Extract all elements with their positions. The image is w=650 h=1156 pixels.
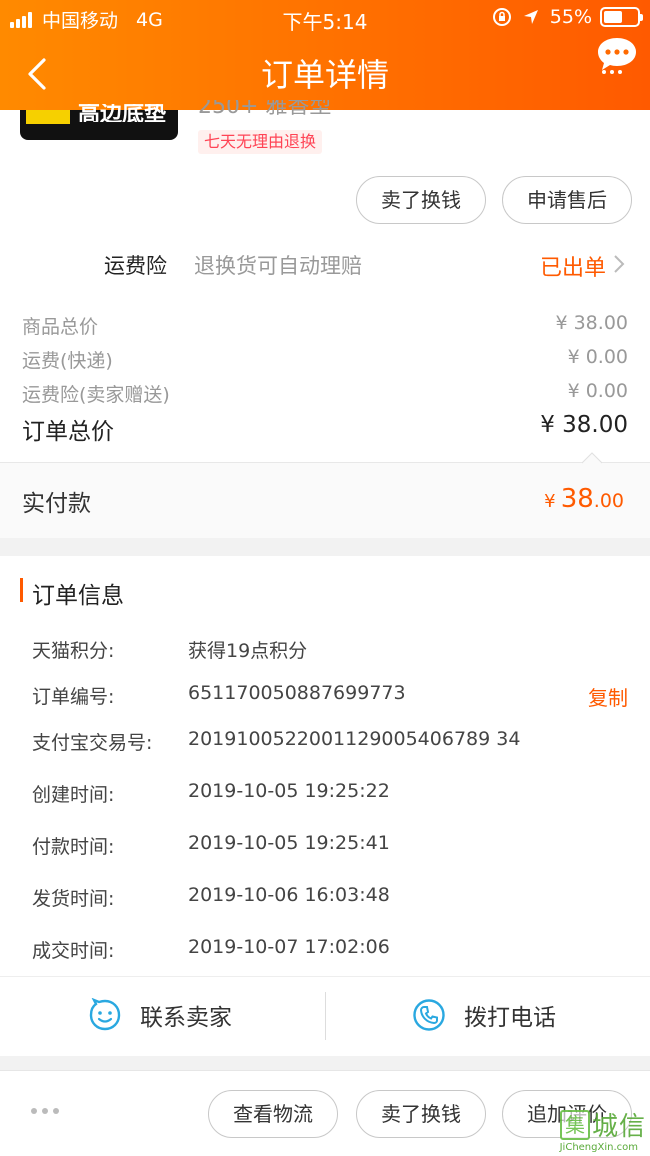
price-row-goods: 商品总价 ¥ 38.00 bbox=[22, 312, 628, 339]
header: 中国移动 4G 下午5:14 55% 订单详情 bbox=[0, 0, 650, 110]
info-value: 获得19点积分 bbox=[188, 640, 308, 662]
watermark-badge: 集 bbox=[559, 1109, 590, 1140]
after-sale-button[interactable]: 申请售后 bbox=[502, 176, 632, 224]
more-menu-icon[interactable] bbox=[596, 36, 638, 76]
insurance-desc: 退换货可自动理赔 bbox=[194, 254, 362, 278]
call-phone-label: 拨打电话 bbox=[464, 1005, 556, 1031]
view-logistics-button[interactable]: 查看物流 bbox=[208, 1090, 338, 1138]
price-value: ¥ 0.00 bbox=[567, 346, 628, 368]
sell-item-button[interactable]: 卖了换钱 bbox=[356, 176, 486, 224]
insurance-label: 运费险 bbox=[104, 254, 167, 278]
battery-icon bbox=[600, 7, 643, 27]
paid-integer: 38 bbox=[560, 484, 594, 514]
info-value: 2019-10-05 19:25:22 bbox=[188, 780, 390, 802]
chat-face-icon bbox=[89, 998, 121, 1031]
info-key: 天猫积分: bbox=[32, 640, 115, 662]
watermark-logo: 集 城信 bbox=[559, 1106, 646, 1143]
more-dots-icon[interactable] bbox=[30, 1106, 60, 1116]
section-accent-bar bbox=[20, 578, 23, 602]
copy-order-number-link[interactable]: 复制 bbox=[588, 682, 628, 711]
chevron-right-icon bbox=[614, 255, 625, 273]
rotation-lock-icon bbox=[492, 8, 511, 26]
watermark-text: 城信 bbox=[591, 1112, 646, 1142]
paid-label: 实付款 bbox=[22, 491, 91, 517]
price-label: 运费险(卖家赠送) bbox=[22, 384, 170, 406]
insurance-status: 已出单 bbox=[539, 256, 606, 281]
total-value: ¥ 38.00 bbox=[540, 412, 628, 438]
location-icon bbox=[523, 10, 538, 24]
product-name[interactable]: 250+ 雅香型 bbox=[198, 100, 331, 118]
info-value: 2019-10-07 17:02:06 bbox=[188, 936, 390, 958]
order-info-panel bbox=[0, 556, 650, 976]
info-value: 2019-10-05 19:25:41 bbox=[188, 832, 390, 854]
info-key: 付款时间: bbox=[32, 836, 115, 858]
paid-currency: ¥ bbox=[544, 491, 556, 512]
caret-up-icon bbox=[582, 452, 602, 464]
price-row-insurance: 运费险(卖家赠送) ¥ 0.00 bbox=[22, 380, 628, 407]
page-title: 订单详情 bbox=[260, 56, 389, 94]
info-key: 成交时间: bbox=[32, 940, 115, 962]
phone-icon bbox=[413, 999, 445, 1031]
info-value: 2019-10-06 16:03:48 bbox=[188, 884, 390, 906]
price-value: ¥ 0.00 bbox=[567, 380, 628, 402]
divider bbox=[325, 992, 326, 1040]
status-bar: 中国移动 4G 下午5:14 55% bbox=[0, 0, 650, 36]
info-value: 651170050887699773 bbox=[188, 682, 406, 704]
battery-percent: 55% bbox=[549, 6, 592, 28]
price-row-shipping: 运费(快递) ¥ 0.00 bbox=[22, 346, 628, 373]
price-label: 运费(快递) bbox=[22, 350, 113, 372]
info-key: 发货时间: bbox=[32, 888, 115, 910]
contact-seller-button[interactable]: 联系卖家 bbox=[88, 998, 232, 1032]
info-value: 2019100522001129005406789 34 bbox=[188, 728, 521, 750]
total-label: 订单总价 bbox=[22, 419, 114, 445]
contact-seller-label: 联系卖家 bbox=[140, 1005, 232, 1031]
price-value: ¥ 38.00 bbox=[555, 312, 628, 334]
paid-decimal: .00 bbox=[593, 490, 624, 512]
product-image-text: 高边底垫 bbox=[78, 104, 167, 122]
price-label: 商品总价 bbox=[22, 316, 99, 338]
return-policy-tag: 七天无理由退换 bbox=[198, 130, 323, 154]
sell-again-button[interactable]: 卖了换钱 bbox=[356, 1090, 486, 1138]
call-phone-button[interactable]: 拨打电话 bbox=[412, 998, 556, 1032]
order-info-title: 订单信息 bbox=[32, 583, 124, 609]
info-key: 支付宝交易号: bbox=[32, 732, 153, 754]
info-key: 订单编号: bbox=[32, 686, 115, 708]
watermark-url: JiChengXin.com bbox=[559, 1142, 638, 1153]
info-key: 创建时间: bbox=[32, 784, 115, 806]
paid-amount: ¥ 38.00 bbox=[544, 484, 624, 514]
order-total-row: 订单总价 ¥ 38.00 bbox=[22, 412, 628, 446]
